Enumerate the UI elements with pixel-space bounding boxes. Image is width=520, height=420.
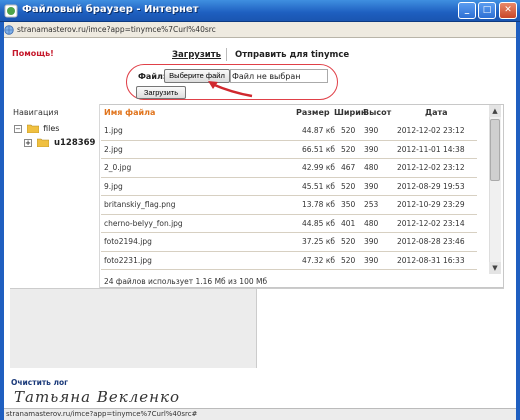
column-header-name[interactable]: Имя файла (104, 108, 155, 117)
table-row[interactable]: 2_0.jpg 42.99 кб 467 480 2012-12-02 23:12 (101, 159, 477, 178)
address-url: stranamasterov.ru/imce?app=tinymce%7Curl… (17, 25, 216, 34)
cell-size: 44.85 кб (301, 218, 335, 228)
table-row[interactable]: foto2233.jpg57.5 кб5203902012-08-31 16:3… (101, 270, 477, 274)
cell-filename: foto2194.jpg (104, 237, 152, 246)
cell-date: 2012-08-29 19:53 (397, 181, 465, 191)
window-frame-left (0, 22, 4, 420)
cell-height: 390 (364, 181, 379, 191)
scroll-thumb[interactable] (490, 119, 500, 181)
cell-width: 520 (341, 181, 356, 191)
file-table-body: 1.jpg 44.87 кб 520 390 2012-12-02 23:12 2.jpg… (101, 122, 477, 274)
tree-item-u128369[interactable]: + u128369 (24, 138, 95, 148)
cell-width: 467 (341, 163, 356, 172)
cell-height: 390 (364, 237, 379, 246)
author-watermark: Татьяна Векленко (14, 388, 181, 406)
tree-item-label: u128369 (53, 138, 96, 148)
scroll-up-icon[interactable]: ▲ (489, 105, 501, 117)
cell-date: 2012-10-29 23:29 (397, 200, 465, 209)
cell-size: 44.87 кб (301, 126, 335, 135)
window-title: Файловый браузер - Интернет (22, 4, 199, 15)
cell-size: 45.51 кб (301, 181, 335, 191)
tab-upload[interactable]: Загрузить (172, 50, 221, 60)
table-row[interactable]: britanskiy_flag.png 13.78 кб 350 253 2012-10… (101, 196, 477, 215)
column-header-size[interactable]: Размер (296, 108, 330, 117)
cell-size: 42.99 кб (301, 163, 335, 172)
close-button[interactable]: ✕ (499, 2, 517, 19)
storage-summary: 24 файлов использует 1.16 Мб из 100 Мб (104, 277, 268, 286)
expand-toggle-icon[interactable]: + (24, 138, 32, 147)
folder-icon (26, 124, 39, 133)
table-row[interactable]: 2.jpg 66.51 кб 520 390 2012-11-01 14:38 (101, 141, 477, 159)
tab-send-tinymce[interactable]: Отправить для tinymce (235, 50, 349, 60)
status-url: stranamasterov.ru/imce?app=tinymce%7Curl… (6, 410, 198, 418)
collapse-toggle-icon[interactable]: − (14, 124, 22, 133)
red-arrow-annotation (208, 81, 253, 98)
cell-height: 480 (364, 163, 379, 172)
cell-filename: britanskiy_flag.png (104, 200, 176, 209)
cell-height: 390 (364, 126, 379, 135)
upload-submit-button[interactable]: Загрузить (136, 86, 186, 99)
address-bar[interactable]: stranamasterov.ru/imce?app=tinymce%7Curl… (0, 22, 520, 38)
cell-date: 2012-12-02 23:12 (397, 126, 465, 135)
cell-width: 520 (341, 255, 356, 265)
globe-icon (4, 25, 14, 35)
log-pane (256, 288, 504, 368)
browser-icon (4, 4, 18, 18)
cell-filename: foto2231.jpg (104, 255, 152, 265)
cell-width: 520 (341, 144, 356, 154)
folder-open-icon (36, 138, 49, 147)
column-header-height[interactable]: Высот (363, 108, 391, 117)
file-label: Файл: (138, 72, 166, 81)
file-table-header: Имя файла Размер Ширин Высот Дата (101, 105, 491, 121)
cell-width: 350 (341, 200, 356, 209)
cell-size: 47.32 кб (301, 255, 335, 265)
cell-height: 390 (364, 255, 379, 265)
table-row[interactable]: foto2194.jpg 37.25 кб 520 390 2012-08-28 23:… (101, 233, 477, 252)
cell-height: 253 (364, 200, 379, 209)
cell-filename: 1.jpg (104, 126, 123, 135)
column-header-date[interactable]: Дата (425, 108, 448, 117)
cell-size: 66.51 кб (301, 144, 335, 154)
table-row[interactable]: foto2231.jpg 47.32 кб 520 390 2012-08-31 16:… (101, 252, 477, 270)
table-row[interactable]: cherno-belyy_fon.jpg 44.85 кб 401 480 2012-1… (101, 215, 477, 233)
cell-width: 401 (341, 218, 356, 228)
cell-filename: 2.jpg (104, 144, 123, 154)
preview-pane (10, 288, 256, 368)
cell-height: 390 (364, 144, 379, 154)
navigation-title: Навигация (13, 108, 59, 117)
cell-filename: 9.jpg (104, 181, 123, 191)
cell-width: 520 (341, 126, 356, 135)
column-header-width[interactable]: Ширин (334, 108, 366, 117)
tree-item-label: files (43, 124, 60, 133)
clear-log-link[interactable]: Очистить лог (11, 378, 68, 387)
cell-date: 2012-11-01 14:38 (397, 144, 465, 154)
table-row[interactable]: 9.jpg 45.51 кб 520 390 2012-08-29 19:53 (101, 178, 477, 196)
window-frame-right (516, 22, 520, 420)
tab-divider (226, 48, 227, 61)
cell-date: 2012-08-31 16:33 (397, 255, 465, 265)
cell-height: 480 (364, 218, 379, 228)
cell-date: 2012-12-02 23:14 (397, 218, 465, 228)
minimize-button[interactable]: _ (458, 2, 476, 19)
cell-size: 37.25 кб (301, 237, 335, 246)
cell-filename: cherno-belyy_fon.jpg (104, 218, 183, 228)
window-titlebar: Файловый браузер - Интернет _ □ ✕ (0, 0, 520, 22)
maximize-button[interactable]: □ (478, 2, 496, 19)
help-link[interactable]: Помощь! (12, 49, 54, 58)
cell-filename: 2_0.jpg (104, 163, 132, 172)
scroll-down-icon[interactable]: ▼ (489, 262, 501, 274)
table-row[interactable]: 1.jpg 44.87 кб 520 390 2012-12-02 23:12 (101, 122, 477, 141)
cell-width: 520 (341, 237, 356, 246)
tree-item-files[interactable]: − files (14, 124, 59, 133)
cell-date: 2012-12-02 23:12 (397, 163, 465, 172)
browser-status-bar: stranamasterov.ru/imce?app=tinymce%7Curl… (4, 408, 516, 420)
cell-date: 2012-08-28 23:46 (397, 237, 465, 246)
cell-size: 13.78 кб (301, 200, 335, 209)
